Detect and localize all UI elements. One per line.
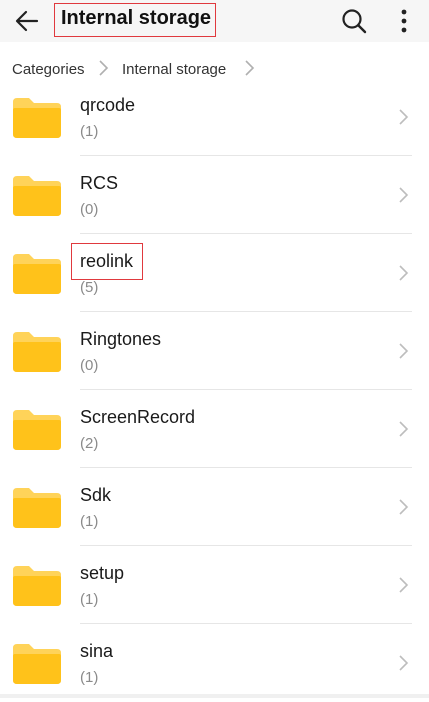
folder-icon bbox=[13, 176, 61, 216]
search-icon bbox=[342, 9, 367, 34]
chevron-right-icon bbox=[245, 60, 255, 76]
folder-item-count: (0) bbox=[80, 357, 99, 374]
folder-item-count: (5) bbox=[80, 279, 99, 296]
folder-icon bbox=[13, 488, 61, 528]
chevron-right-icon bbox=[399, 265, 409, 281]
folder-name: Sdk bbox=[80, 485, 112, 505]
folder-icon bbox=[13, 98, 61, 138]
folder-item-count: (1) bbox=[80, 669, 99, 686]
folder-name: sina bbox=[80, 641, 114, 661]
search-button[interactable] bbox=[340, 7, 368, 35]
chevron-right-icon bbox=[399, 499, 409, 515]
folder-item-count: (2) bbox=[80, 435, 99, 452]
folder-name: qrcode bbox=[80, 95, 136, 115]
folder-item-count: (0) bbox=[80, 201, 99, 218]
back-arrow-icon bbox=[15, 10, 39, 32]
folder-icon bbox=[13, 254, 61, 294]
folder-icon bbox=[13, 644, 61, 684]
chevron-right-icon bbox=[399, 421, 409, 437]
folder-row[interactable]: sina (1) bbox=[0, 624, 429, 702]
folder-row[interactable]: reolink (5) bbox=[0, 234, 429, 312]
folder-icon bbox=[13, 566, 61, 606]
reolink-highlight-box bbox=[71, 243, 143, 280]
chevron-right-icon bbox=[399, 109, 409, 125]
folder-item-count: (1) bbox=[80, 123, 99, 140]
folder-name: ScreenRecord bbox=[80, 407, 196, 427]
folder-row[interactable]: setup (1) bbox=[0, 546, 429, 624]
more-vertical-icon bbox=[401, 9, 407, 33]
folder-icon bbox=[13, 410, 61, 450]
folder-item-count: (1) bbox=[80, 513, 99, 530]
folder-row[interactable]: RCS (0) bbox=[0, 156, 429, 234]
folder-row[interactable]: ScreenRecord (2) bbox=[0, 390, 429, 468]
folder-name: setup bbox=[80, 563, 125, 583]
page-title: Internal storage bbox=[61, 7, 212, 29]
chevron-right-icon bbox=[399, 577, 409, 593]
folder-item-count: (1) bbox=[80, 591, 99, 608]
chevron-right-icon bbox=[399, 343, 409, 359]
bottom-edge bbox=[0, 694, 429, 698]
breadcrumb-internal-storage[interactable]: Internal storage bbox=[122, 61, 226, 78]
more-options-button[interactable] bbox=[393, 7, 415, 35]
folder-icon bbox=[13, 332, 61, 372]
folder-row[interactable]: Ringtones (0) bbox=[0, 312, 429, 390]
folder-row[interactable]: qrcode (1) bbox=[0, 78, 429, 156]
back-button[interactable] bbox=[12, 6, 42, 36]
breadcrumb-categories[interactable]: Categories bbox=[12, 61, 85, 78]
folder-row[interactable]: Sdk (1) bbox=[0, 468, 429, 546]
chevron-right-icon bbox=[99, 60, 109, 76]
folder-name: Ringtones bbox=[80, 329, 162, 349]
chevron-right-icon bbox=[399, 655, 409, 671]
app-bar: Internal storage bbox=[0, 0, 429, 42]
folder-name: RCS bbox=[80, 173, 119, 193]
chevron-right-icon bbox=[399, 187, 409, 203]
